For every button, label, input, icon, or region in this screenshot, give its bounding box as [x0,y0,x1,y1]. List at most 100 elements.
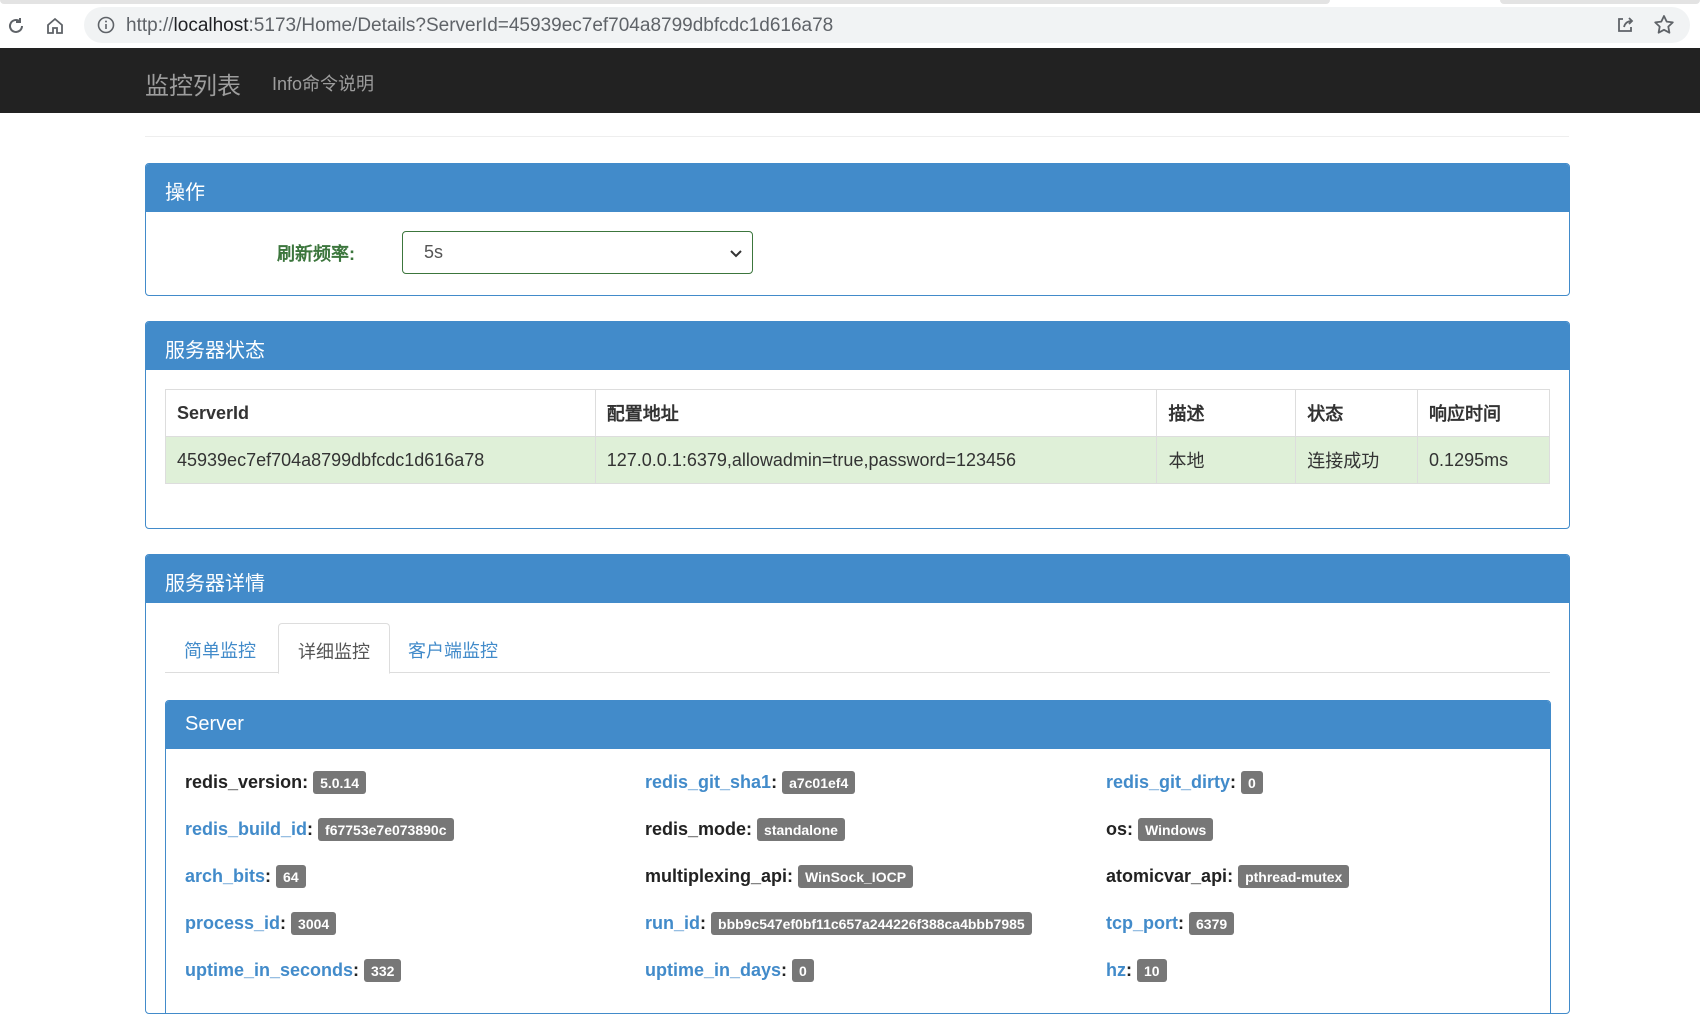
site-info-icon[interactable] [96,15,116,35]
field-value-badge: 5.0.14 [313,771,366,794]
field-separator: : [1178,913,1184,933]
operation-panel-title: 操作 [146,164,1569,212]
field-key: redis_version [185,772,303,792]
server-field-tcp-port: tcp_port:6379 [1106,912,1235,935]
server-section-title: Server [166,701,1550,749]
header-serverid: ServerId [165,389,596,437]
tab-client-monitor[interactable]: 客户端监控 [389,623,517,674]
server-status-table: ServerId 配置地址 描述 状态 响应时间 45939ec7ef704a8… [165,389,1550,484]
server-details-panel: 服务器详情 简单监控 详细监控 客户端监控 Server redis_versi… [145,554,1570,1014]
bookmark-star-icon[interactable] [1652,13,1676,37]
server-field-os: os : Windows [1106,818,1214,841]
nav-link-info-commands[interactable]: Info命令说明 [272,70,374,96]
header-description: 描述 [1156,389,1297,437]
server-field-run-id: run_id: bbb9c547ef0bf11c657a244226f388ca4… [645,912,1032,935]
field-key: multiplexing_api [645,866,788,886]
field-separator: : [700,913,707,933]
cell-response-time: 0.1295ms [1417,436,1550,484]
header-config-address: 配置地址 [594,389,1158,437]
field-separator: : [781,960,788,980]
url-text[interactable]: http://localhost:5173/Home/Details?Serve… [126,15,833,37]
browser-toolbar: http://localhost:5173/Home/Details?Serve… [0,0,1700,48]
refresh-rate-label: 刷新频率: [277,244,355,264]
app-navbar: 监控列表 Info命令说明 [0,48,1700,113]
field-key[interactable]: arch_bits [185,866,265,887]
field-separator: : [787,866,794,886]
server-status-panel: 服务器状态 ServerId 配置地址 描述 状态 响应时间 45939ec7e… [145,321,1570,529]
refresh-rate-value: 5s [424,242,444,262]
field-key[interactable]: redis_git_sha1 [645,772,771,793]
field-key[interactable]: uptime_in_seconds [185,960,353,981]
chevron-down-icon [728,245,744,261]
field-separator: : [307,819,314,839]
field-key[interactable]: process_id [185,913,280,934]
server-details-title: 服务器详情 [146,555,1569,603]
header-response-time: 响应时间 [1417,389,1550,437]
field-key: os [1106,819,1128,839]
server-field-uptime-in-days: uptime_in_days:0 [645,959,814,982]
table-row: 45939ec7ef704a8799dbfcdc1d616a78 127.0.0… [165,436,1550,484]
field-value-badge: f67753e7e073890c [318,818,454,841]
header-status: 状态 [1295,389,1419,437]
cell-status: 连接成功 [1295,436,1419,484]
server-field-multiplexing-api: multiplexing_api : WinSock_IOCP [645,865,914,888]
refresh-rate-select[interactable]: 5s [402,231,753,274]
field-value-badge: 0 [1241,771,1263,794]
field-value-badge: 6379 [1189,912,1235,935]
field-separator: : [1127,819,1134,839]
home-icon[interactable] [41,12,69,40]
field-value-badge: 64 [276,865,306,888]
share-icon[interactable] [1614,14,1636,36]
field-key[interactable]: redis_git_dirty [1106,772,1230,793]
field-key[interactable]: run_id [645,913,700,934]
field-separator: : [1227,866,1234,886]
field-value-badge: Windows [1138,818,1214,841]
server-field-redis-git-sha1: redis_git_sha1: a7c01ef4 [645,771,856,794]
field-value-badge: 0 [792,959,814,982]
field-separator: : [265,866,272,886]
divider [145,136,1569,137]
server-field-uptime-in-seconds: uptime_in_seconds:332 [185,959,402,982]
field-key: atomicvar_api [1106,866,1228,886]
field-value-badge: WinSock_IOCP [798,865,914,888]
field-key: redis_mode [645,819,747,839]
field-value-badge: 10 [1137,959,1167,982]
server-field-redis-build-id: redis_build_id: f67753e7e073890c [185,818,454,841]
address-bar[interactable]: http://localhost:5173/Home/Details?Serve… [84,7,1690,43]
field-value-badge: standalone [757,818,845,841]
reload-icon[interactable] [2,12,30,40]
field-key[interactable]: hz [1106,960,1126,981]
field-separator: : [1126,960,1132,980]
field-separator: : [302,772,309,792]
field-value-badge: bbb9c547ef0bf11c657a244226f388ca4bbb7985 [711,912,1032,935]
field-key[interactable]: uptime_in_days [645,960,781,981]
field-separator: : [771,772,778,792]
field-key[interactable]: redis_build_id [185,819,307,840]
field-separator: : [353,960,360,980]
field-separator: : [1230,772,1237,792]
details-tabs: 简单监控 详细监控 客户端监控 [165,623,1550,674]
server-field-redis-git-dirty: redis_git_dirty:0 [1106,771,1263,794]
field-value-badge: 332 [364,959,402,982]
server-field-redis-version: redis_version :5.0.14 [185,771,366,794]
field-value-badge: a7c01ef4 [782,771,856,794]
tab-simple-monitor[interactable]: 简单监控 [165,623,275,674]
server-section-panel: Server redis_version :5.0.14 redis_git_sh… [165,700,1551,1013]
field-key[interactable]: tcp_port [1106,913,1178,934]
server-field-hz: hz:10 [1106,959,1167,982]
field-separator: : [746,819,753,839]
field-value-badge: 3004 [291,912,337,935]
cell-serverid: 45939ec7ef704a8799dbfcdc1d616a78 [165,436,596,484]
operation-panel: 操作 刷新频率: 5s [145,163,1570,296]
cell-config-address: 127.0.0.1:6379,allowadmin=true,password=… [594,436,1158,484]
nav-brand-monitor-list[interactable]: 监控列表 [145,66,241,101]
tab-strip-remnant [0,0,1700,4]
server-status-title: 服务器状态 [146,322,1569,370]
server-field-arch-bits: arch_bits:64 [185,865,306,888]
server-field-process-id: process_id:3004 [185,912,337,935]
cell-description: 本地 [1156,436,1297,484]
server-field-atomicvar-api: atomicvar_api : pthread-mutex [1106,865,1350,888]
tab-detailed-monitor[interactable]: 详细监控 [278,623,390,674]
field-separator: : [280,913,287,933]
field-value-badge: pthread-mutex [1238,865,1350,888]
